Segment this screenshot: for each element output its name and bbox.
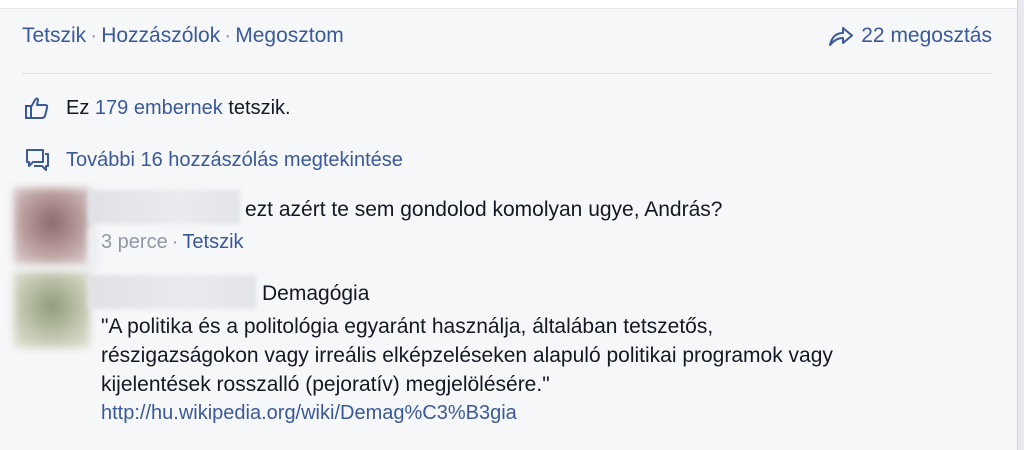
view-more-comments-link[interactable]: További 16 hozzászólás megtekintése [66,149,403,172]
comment-body: "A politika és a politológia egyaránt ha… [101,312,961,428]
comment-like-link[interactable]: Tetszik [182,231,243,253]
avatar[interactable] [14,272,90,348]
likes-summary: Ez 179 embernek tetszik. [24,93,291,123]
comment-link[interactable]: Hozzászólok [101,24,220,47]
thumbs-up-icon [25,97,49,119]
comment-author-name[interactable] [88,190,240,224]
comment-timestamp[interactable]: 3 perce [101,231,168,253]
share-link[interactable]: Megosztom [235,24,344,47]
comment-text-title: Demagógia [262,282,370,305]
like-link[interactable]: Tetszik [22,24,86,47]
likes-suffix: tetszik. [228,96,291,119]
comment-body-line: kijelentések rosszalló (pejoratív) megje… [101,373,550,396]
comment-body-line: "A politika és a politológia egyaránt ha… [101,315,714,338]
shares-count-label: 22 megosztás [861,24,992,47]
comment-bubbles-icon [26,149,49,171]
post-actions-bar: Tetszik · Hozzászólok · Megosztom 22 megoszt… [22,24,992,52]
top-border [0,0,1024,9]
divider [22,73,992,74]
comment-body-line: részigazságokon vagy irreális elképzelés… [101,344,833,367]
comment-meta: 3 perce · Tetszik [101,231,244,254]
likes-count-link[interactable]: 179 embernek [95,97,223,120]
avatar[interactable] [14,188,90,264]
comment-url-link[interactable]: http://hu.wikipedia.org/wiki/Demag%C3%B3… [101,399,961,428]
likes-prefix: Ez [66,96,90,119]
comment-author-name[interactable] [88,275,256,309]
scrollbar-track[interactable] [1017,0,1024,450]
comment-text: ezt azért te sem gondolod komolyan ugye,… [245,198,723,221]
shares-count-link[interactable]: 22 megosztás [827,24,992,48]
separator-dot: · [171,231,179,253]
separator-dot: · [224,24,232,47]
share-arrow-icon [829,27,854,46]
separator-dot: · [90,24,98,47]
redacted-area [88,226,98,270]
view-more-comments-row[interactable]: További 16 hozzászólás megtekintése [24,145,403,175]
